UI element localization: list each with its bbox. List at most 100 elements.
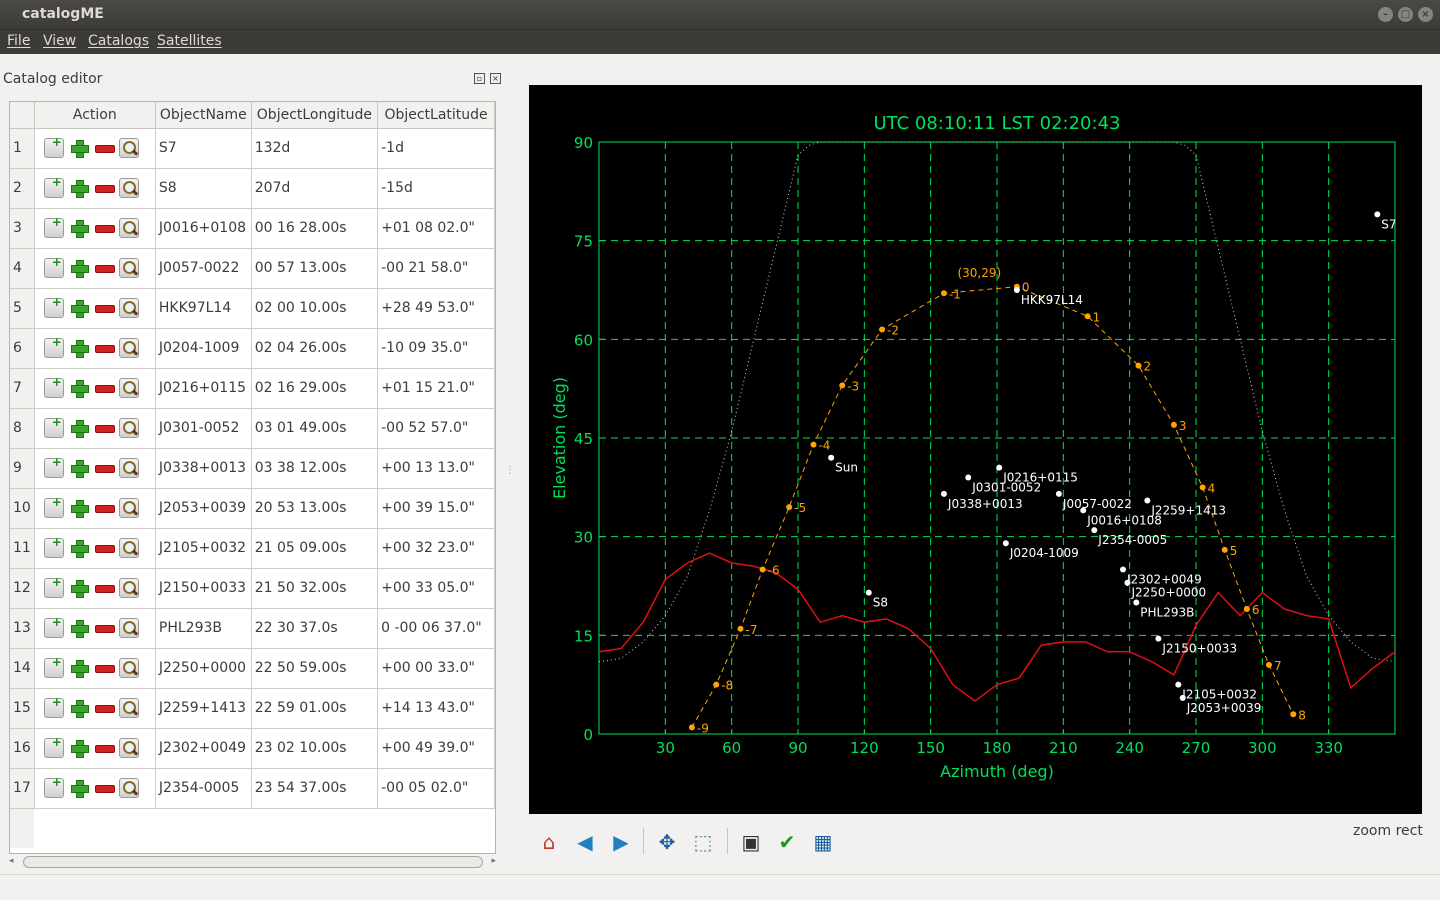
search-icon[interactable] bbox=[118, 578, 139, 598]
table-row[interactable]: 10 J2053+003920 53 13.00s+00 39 15.0" bbox=[10, 488, 495, 529]
column-header-objectlongitude[interactable]: ObjectLongitude bbox=[251, 102, 379, 129]
remove-icon[interactable] bbox=[94, 738, 115, 758]
search-icon[interactable] bbox=[118, 138, 139, 158]
search-icon[interactable] bbox=[118, 258, 139, 278]
remove-icon[interactable] bbox=[94, 258, 115, 278]
remove-icon[interactable] bbox=[94, 298, 115, 318]
search-icon[interactable] bbox=[118, 218, 139, 238]
object-latitude-cell[interactable]: +00 33 05.0" bbox=[377, 568, 495, 609]
column-header-objectlatitude[interactable]: ObjectLatitude bbox=[377, 102, 495, 129]
add-icon[interactable] bbox=[69, 298, 89, 318]
maximize-icon[interactable]: □ bbox=[1398, 7, 1413, 22]
object-name-cell[interactable]: J2150+0033 bbox=[155, 568, 252, 609]
object-latitude-cell[interactable]: -00 21 58.0" bbox=[377, 248, 495, 289]
object-name-cell[interactable]: J0216+0115 bbox=[155, 368, 252, 409]
add-icon[interactable] bbox=[69, 258, 89, 278]
object-name-cell[interactable]: J2250+0000 bbox=[155, 648, 252, 689]
add-icon[interactable] bbox=[69, 498, 89, 518]
object-longitude-cell[interactable]: 207d bbox=[251, 168, 379, 209]
remove-icon[interactable] bbox=[94, 378, 115, 398]
object-longitude-cell[interactable]: 21 50 32.00s bbox=[251, 568, 379, 609]
save-icon[interactable]: ▦ bbox=[811, 830, 835, 854]
object-longitude-cell[interactable]: 22 50 59.00s bbox=[251, 648, 379, 689]
row-number[interactable]: 12 bbox=[10, 568, 35, 609]
search-icon[interactable] bbox=[118, 378, 139, 398]
add-icon[interactable] bbox=[69, 538, 89, 558]
table-row[interactable]: 13 PHL293B22 30 37.0s0 -00 06 37.0" bbox=[10, 608, 495, 649]
add-icon[interactable] bbox=[69, 218, 89, 238]
row-number[interactable]: 10 bbox=[10, 488, 35, 529]
object-latitude-cell[interactable]: +28 49 53.0" bbox=[377, 288, 495, 329]
object-latitude-cell[interactable]: +00 39 15.0" bbox=[377, 488, 495, 529]
object-latitude-cell[interactable]: +00 00 33.0" bbox=[377, 648, 495, 689]
object-name-cell[interactable]: J2259+1413 bbox=[155, 688, 252, 729]
row-number[interactable]: 16 bbox=[10, 728, 35, 769]
add-icon[interactable] bbox=[69, 458, 89, 478]
add-to-catalog-icon[interactable] bbox=[43, 695, 64, 718]
remove-icon[interactable] bbox=[94, 218, 115, 238]
add-icon[interactable] bbox=[69, 578, 89, 598]
add-icon[interactable] bbox=[69, 338, 89, 358]
object-latitude-cell[interactable]: +00 32 23.0" bbox=[377, 528, 495, 569]
table-row[interactable]: 2 S8207d-15d bbox=[10, 168, 495, 209]
row-number[interactable]: 2 bbox=[10, 168, 35, 209]
table-row[interactable]: 16 J2302+004923 02 10.00s+00 49 39.0" bbox=[10, 728, 495, 769]
add-to-catalog-icon[interactable] bbox=[43, 135, 64, 158]
object-name-cell[interactable]: J0338+0013 bbox=[155, 448, 252, 489]
menu-file[interactable]: File bbox=[7, 33, 30, 49]
search-icon[interactable] bbox=[118, 538, 139, 558]
add-icon[interactable] bbox=[69, 138, 89, 158]
column-header-objectname[interactable]: ObjectName bbox=[155, 102, 252, 129]
object-longitude-cell[interactable]: 23 02 10.00s bbox=[251, 728, 379, 769]
search-icon[interactable] bbox=[118, 178, 139, 198]
object-latitude-cell[interactable]: +01 15 21.0" bbox=[377, 368, 495, 409]
remove-icon[interactable] bbox=[94, 578, 115, 598]
remove-icon[interactable] bbox=[94, 498, 115, 518]
row-number[interactable]: 14 bbox=[10, 648, 35, 689]
row-number[interactable]: 4 bbox=[10, 248, 35, 289]
menu-catalogs[interactable]: Catalogs bbox=[88, 33, 149, 49]
table-row[interactable]: 6 J0204-100902 04 26.00s-10 09 35.0" bbox=[10, 328, 495, 369]
minimize-icon[interactable]: – bbox=[1378, 7, 1393, 22]
back-icon[interactable]: ◀ bbox=[573, 830, 597, 854]
object-longitude-cell[interactable]: 00 16 28.00s bbox=[251, 208, 379, 249]
add-icon[interactable] bbox=[69, 698, 89, 718]
remove-icon[interactable] bbox=[94, 418, 115, 438]
object-name-cell[interactable]: S8 bbox=[155, 168, 252, 209]
dock-close-icon[interactable]: × bbox=[490, 73, 501, 84]
table-row[interactable]: 12 J2150+003321 50 32.00s+00 33 05.0" bbox=[10, 568, 495, 609]
search-icon[interactable] bbox=[118, 338, 139, 358]
object-name-cell[interactable]: J0301-0052 bbox=[155, 408, 252, 449]
object-longitude-cell[interactable]: 03 38 12.00s bbox=[251, 448, 379, 489]
add-to-catalog-icon[interactable] bbox=[43, 175, 64, 198]
object-latitude-cell[interactable]: +01 08 02.0" bbox=[377, 208, 495, 249]
splitter-handle[interactable]: ⋮ bbox=[505, 465, 515, 479]
add-to-catalog-icon[interactable] bbox=[43, 255, 64, 278]
remove-icon[interactable] bbox=[94, 538, 115, 558]
add-icon[interactable] bbox=[69, 178, 89, 198]
object-longitude-cell[interactable]: 20 53 13.00s bbox=[251, 488, 379, 529]
add-to-catalog-icon[interactable] bbox=[43, 415, 64, 438]
menu-satellites[interactable]: Satellites bbox=[157, 33, 222, 49]
search-icon[interactable] bbox=[118, 498, 139, 518]
add-to-catalog-icon[interactable] bbox=[43, 735, 64, 758]
search-icon[interactable] bbox=[118, 418, 139, 438]
search-icon[interactable] bbox=[118, 738, 139, 758]
add-to-catalog-icon[interactable] bbox=[43, 375, 64, 398]
close-icon[interactable]: × bbox=[1418, 7, 1433, 22]
object-latitude-cell[interactable]: -15d bbox=[377, 168, 495, 209]
elevation-azimuth-chart[interactable]: 30 60 90 120 150 180 210 240 270 300 3300153045607… bbox=[529, 85, 1422, 814]
add-icon[interactable] bbox=[69, 658, 89, 678]
object-name-cell[interactable]: J0057-0022 bbox=[155, 248, 252, 289]
remove-icon[interactable] bbox=[94, 618, 115, 638]
scrollbar-thumb[interactable] bbox=[23, 856, 483, 868]
add-to-catalog-icon[interactable] bbox=[43, 775, 64, 798]
menu-view[interactable]: View bbox=[43, 33, 76, 49]
object-longitude-cell[interactable]: 02 04 26.00s bbox=[251, 328, 379, 369]
object-latitude-cell[interactable]: +14 13 43.0" bbox=[377, 688, 495, 729]
object-latitude-cell[interactable]: -00 52 57.0" bbox=[377, 408, 495, 449]
table-row[interactable]: 4 J0057-002200 57 13.00s-00 21 58.0" bbox=[10, 248, 495, 289]
object-longitude-cell[interactable]: 02 00 10.00s bbox=[251, 288, 379, 329]
remove-icon[interactable] bbox=[94, 778, 115, 798]
row-number[interactable]: 13 bbox=[10, 608, 35, 649]
